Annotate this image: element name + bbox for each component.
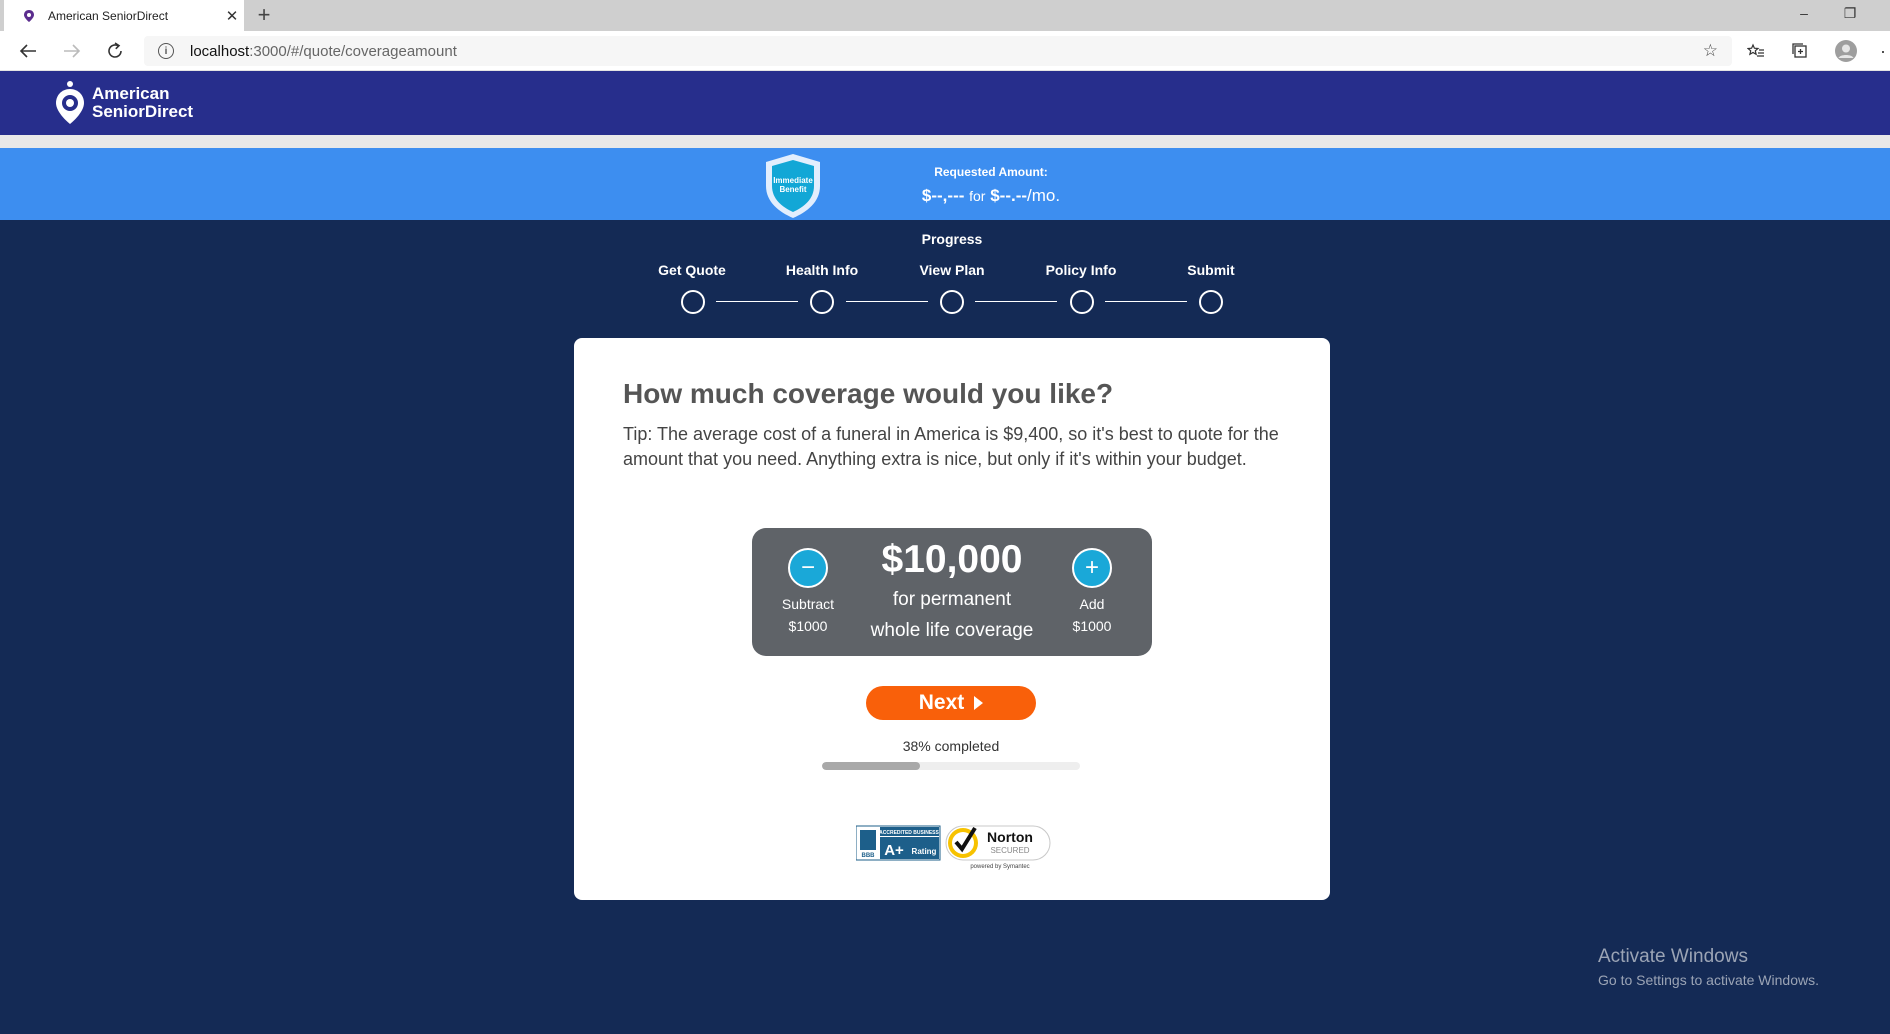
step-label-view-plan: View Plan bbox=[919, 262, 985, 278]
minimize-icon[interactable]: – bbox=[1794, 5, 1814, 21]
activate-windows-title: Activate Windows bbox=[1598, 946, 1748, 967]
step-dot-submit bbox=[1199, 290, 1223, 314]
add-button[interactable]: + bbox=[1072, 548, 1112, 588]
browser-tab-bar: American SeniorDirect ✕ + – ❐ bbox=[0, 0, 1890, 31]
site-logo[interactable]: American SeniorDirect bbox=[54, 80, 193, 126]
step-label-get-quote: Get Quote bbox=[658, 262, 726, 278]
bbb-rating-text: Rating bbox=[912, 847, 937, 856]
bbb-top-text: ACCREDITED BUSINESS bbox=[879, 830, 939, 836]
new-tab-icon[interactable]: + bbox=[252, 3, 276, 27]
subtract-label: Subtract bbox=[781, 596, 835, 612]
logo-text: American SeniorDirect bbox=[92, 84, 194, 121]
tab-close-icon[interactable]: ✕ bbox=[220, 7, 244, 25]
completion-progress-bar bbox=[822, 762, 1080, 770]
requested-amount-band: Immediate Benefit Requested Amount: $--,… bbox=[0, 148, 1890, 220]
plus-icon: + bbox=[1084, 554, 1099, 581]
norton-title-text: Norton bbox=[987, 829, 1033, 845]
profile-avatar-icon[interactable] bbox=[1834, 39, 1858, 63]
step-connector bbox=[975, 301, 1057, 302]
requested-amount-value: $--,--- for $--.--/mo. bbox=[921, 186, 1061, 205]
tab-title: American SeniorDirect bbox=[48, 8, 169, 23]
trust-badges: ACCREDITED BUSINESS A+ Rating BBB Norton… bbox=[856, 825, 1051, 870]
norton-secured-text: SECURED bbox=[990, 846, 1029, 855]
step-dot-policy-info bbox=[1070, 290, 1094, 314]
norton-powered-text: powered by Symantec bbox=[970, 864, 1029, 870]
play-arrow-icon bbox=[974, 696, 984, 710]
restore-icon[interactable]: ❐ bbox=[1840, 5, 1860, 22]
completion-text: 38% completed bbox=[902, 738, 1000, 754]
step-label-policy-info: Policy Info bbox=[1045, 262, 1117, 278]
site-favicon-icon bbox=[22, 9, 36, 23]
more-menu-icon[interactable]: · bbox=[1876, 39, 1890, 63]
subtract-button[interactable]: − bbox=[788, 548, 828, 588]
collections-icon[interactable] bbox=[1788, 39, 1812, 63]
back-icon[interactable] bbox=[16, 39, 40, 63]
requested-amount-label: Requested Amount: bbox=[934, 165, 1048, 179]
shield-label: Immediate Benefit bbox=[773, 176, 813, 194]
bbb-accredited-badge: ACCREDITED BUSINESS A+ Rating BBB bbox=[856, 825, 941, 861]
activate-windows-subtitle: Go to Settings to activate Windows. bbox=[1598, 972, 1819, 988]
step-dot-view-plan bbox=[940, 290, 964, 314]
favorite-star-icon[interactable]: ☆ bbox=[1703, 41, 1718, 61]
add-label: Add bbox=[1079, 596, 1105, 612]
progress-title: Progress bbox=[921, 231, 983, 247]
address-bar[interactable]: i localhost:3000/#/quote/coverageamount … bbox=[144, 36, 1732, 66]
subtract-amount: $1000 bbox=[788, 618, 828, 634]
next-button[interactable]: Next bbox=[866, 686, 1036, 720]
bbb-grade-text: A+ bbox=[884, 842, 904, 859]
step-dot-health-info bbox=[810, 290, 834, 314]
step-label-health-info: Health Info bbox=[785, 262, 859, 278]
browser-toolbar: i localhost:3000/#/quote/coverageamount … bbox=[0, 31, 1890, 71]
site-header: American SeniorDirect bbox=[0, 71, 1890, 135]
logo-pin-icon bbox=[56, 81, 84, 124]
coverage-card: How much coverage would you like? Tip: T… bbox=[574, 338, 1330, 900]
step-label-submit: Submit bbox=[1187, 262, 1235, 278]
step-connector bbox=[716, 301, 798, 302]
refresh-icon[interactable] bbox=[103, 39, 127, 63]
url-text: localhost:3000/#/quote/coverageamount bbox=[190, 42, 457, 60]
header-separator bbox=[0, 135, 1890, 148]
step-connector bbox=[846, 301, 928, 302]
site-info-icon[interactable]: i bbox=[158, 43, 174, 59]
browser-tab[interactable]: American SeniorDirect ✕ bbox=[4, 0, 244, 31]
bbb-logo-text: BBB bbox=[862, 853, 876, 859]
page-title: How much coverage would you like? bbox=[623, 378, 1114, 409]
forward-icon[interactable] bbox=[60, 39, 84, 63]
next-button-label: Next bbox=[918, 691, 965, 714]
funeral-cost-tip: Tip: The average cost of a funeral in Am… bbox=[623, 424, 1279, 469]
coverage-description: for permanent whole life coverage bbox=[870, 589, 1034, 641]
step-dot-get-quote bbox=[681, 290, 705, 314]
coverage-selector: − Subtract $1000 $10,000 for permanent w… bbox=[752, 528, 1152, 656]
step-connector bbox=[1105, 301, 1187, 302]
completion-progress-fill bbox=[822, 762, 921, 770]
minus-icon: − bbox=[800, 554, 815, 581]
norton-secured-badge: Norton SECURED powered by Symantec bbox=[945, 825, 1051, 870]
favorites-list-icon[interactable] bbox=[1744, 39, 1768, 63]
add-amount: $1000 bbox=[1072, 618, 1112, 634]
coverage-amount: $10,000 bbox=[881, 538, 1023, 581]
